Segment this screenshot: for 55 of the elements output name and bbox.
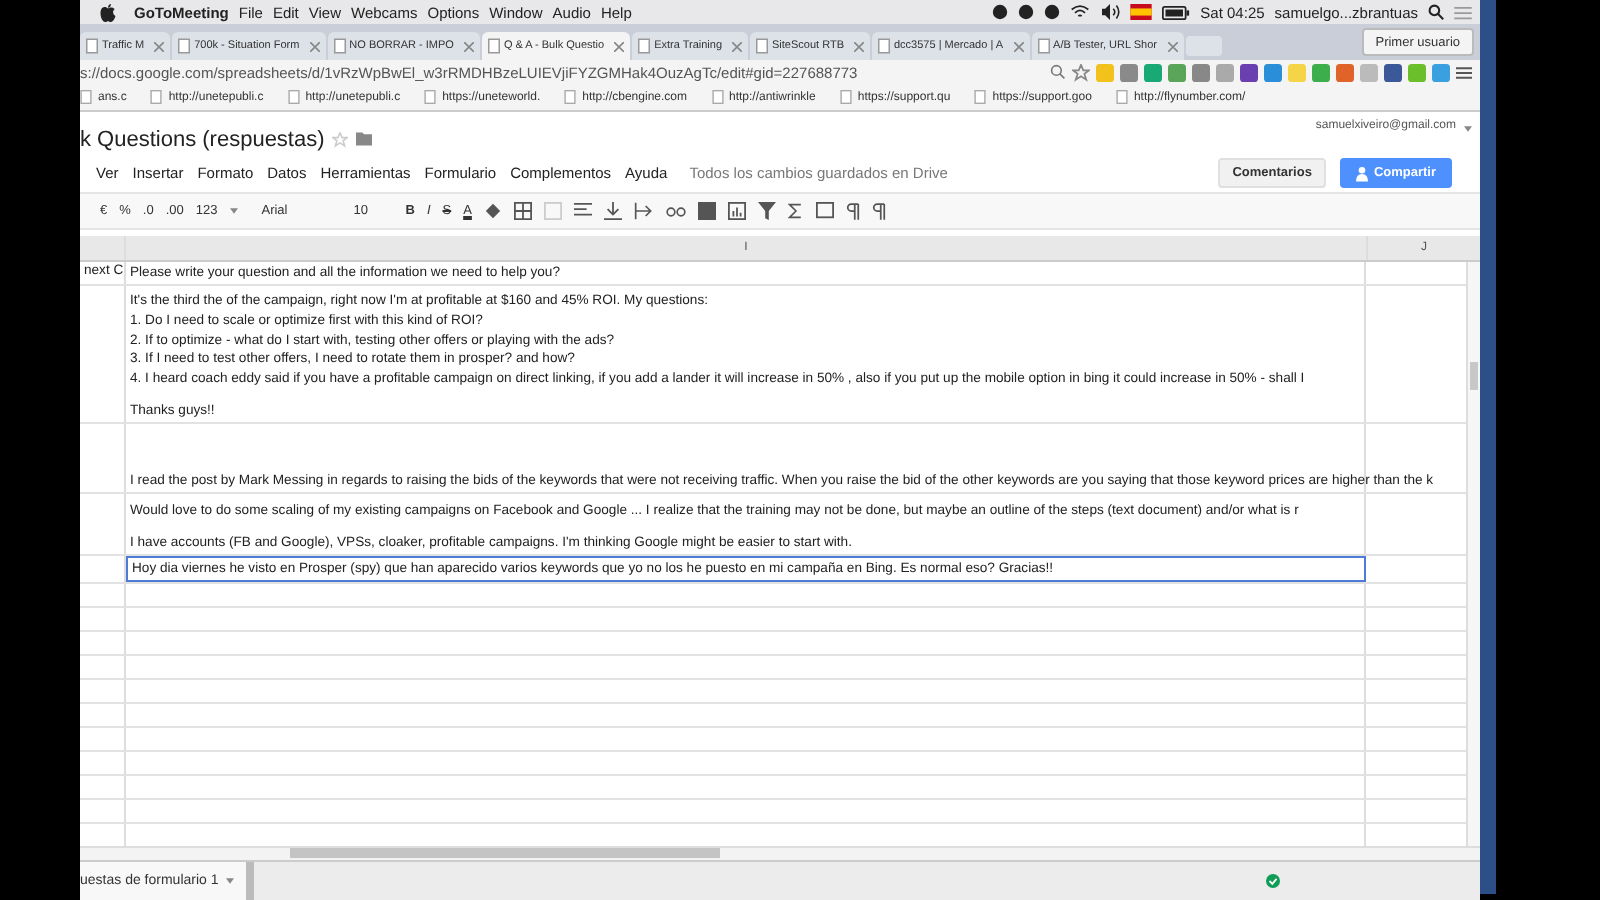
page-icon — [178, 38, 191, 54]
page-icon — [333, 38, 346, 54]
pilcrow-icon[interactable] — [845, 202, 860, 220]
close-icon[interactable] — [1013, 41, 1024, 51]
chart-icon[interactable] — [727, 202, 746, 220]
page-icon — [287, 90, 300, 104]
check-icon — [1266, 874, 1280, 888]
volume-icon[interactable] — [1100, 4, 1121, 20]
valign-icon[interactable] — [603, 202, 622, 220]
pilcrow-icon[interactable] — [871, 202, 886, 220]
search-icon[interactable] — [1428, 4, 1444, 20]
borders-icon[interactable] — [513, 202, 532, 220]
flag-icon[interactable] — [1130, 4, 1153, 20]
person-icon — [1355, 165, 1368, 181]
page-icon — [86, 38, 98, 54]
wifi-icon[interactable] — [1070, 4, 1091, 20]
folder-icon[interactable] — [356, 132, 373, 146]
close-icon[interactable] — [154, 41, 165, 51]
menu-icon[interactable] — [1456, 65, 1472, 79]
page-icon — [756, 38, 769, 54]
caret-icon[interactable] — [226, 878, 235, 884]
star-icon[interactable] — [332, 131, 349, 147]
page-icon — [150, 90, 163, 104]
page-icon — [638, 38, 651, 54]
battery-icon[interactable] — [1162, 5, 1191, 19]
close-icon[interactable] — [732, 41, 743, 51]
page-icon — [711, 90, 723, 104]
page-icon — [878, 38, 890, 54]
filter-icon[interactable] — [757, 202, 776, 220]
close-icon[interactable] — [463, 41, 474, 51]
page-icon — [974, 90, 987, 104]
wrap-icon[interactable] — [633, 202, 654, 220]
page-icon — [839, 90, 852, 104]
align-icon[interactable] — [573, 202, 592, 220]
apple-icon[interactable] — [100, 3, 116, 21]
page-icon — [424, 90, 437, 104]
page-icon — [564, 90, 577, 104]
caret-icon[interactable] — [1464, 126, 1472, 132]
scrollbar[interactable] — [80, 846, 1480, 860]
paint-bucket-icon[interactable] — [483, 202, 502, 220]
star-icon[interactable] — [1072, 63, 1090, 81]
page-icon — [487, 38, 500, 54]
caret-icon[interactable] — [229, 208, 238, 214]
sum-icon[interactable] — [787, 202, 804, 220]
scrollbar[interactable] — [1466, 262, 1480, 846]
zoom-icon[interactable] — [1050, 64, 1066, 80]
link-icon[interactable] — [665, 205, 686, 217]
page-icon — [1037, 38, 1050, 54]
close-icon[interactable] — [309, 41, 320, 51]
close-icon[interactable] — [614, 41, 625, 51]
page-icon — [1115, 90, 1128, 104]
document-title[interactable]: k Questions (respuestas) — [80, 127, 325, 151]
close-icon[interactable] — [1167, 41, 1177, 51]
list-icon[interactable] — [1454, 5, 1472, 19]
close-icon[interactable] — [854, 41, 864, 51]
